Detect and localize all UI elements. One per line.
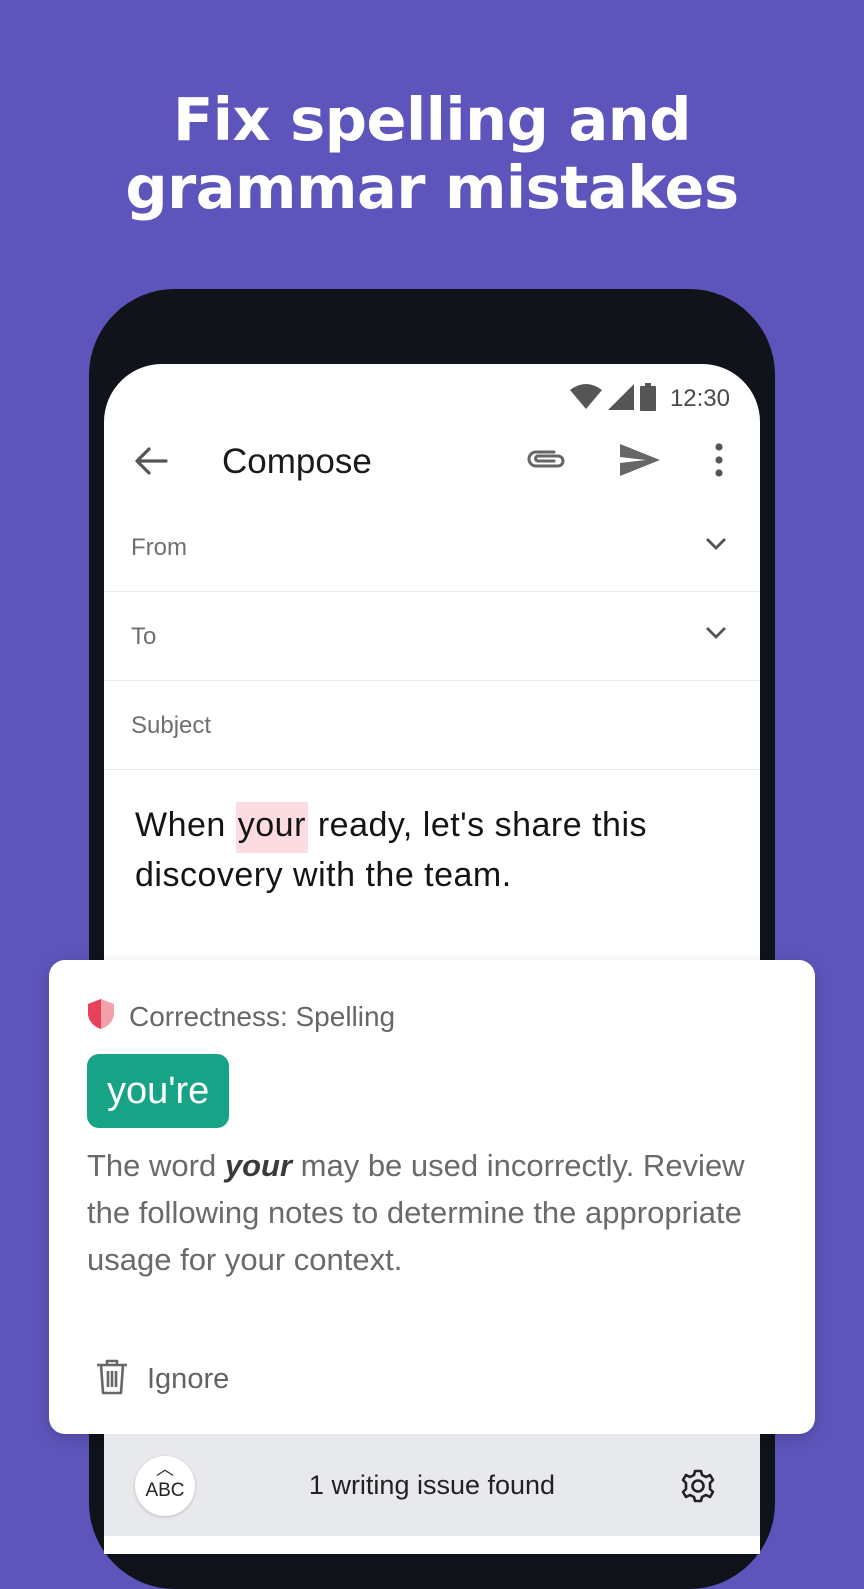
status-bar: 12:30	[569, 382, 730, 416]
from-label: From	[131, 534, 187, 561]
wifi-icon	[569, 383, 602, 415]
more-vert-icon[interactable]	[714, 442, 724, 483]
headline: Fix spelling and grammar mistakes	[0, 86, 864, 222]
to-field[interactable]: To	[104, 593, 760, 681]
issue-status-text: 1 writing issue found	[308, 1470, 556, 1500]
gear-icon[interactable]	[680, 1468, 716, 1509]
bottom-bar: ︿ ABC 1 writing issue found	[104, 1434, 760, 1536]
attachment-icon[interactable]	[524, 444, 568, 479]
subject-label: Subject	[131, 712, 212, 739]
suggestion-button[interactable]: you're	[87, 1054, 230, 1128]
category-label: Correctness: Spelling	[129, 1000, 396, 1032]
chevron-down-icon[interactable]	[704, 536, 728, 557]
body-text-before: When	[135, 806, 236, 844]
suggestion-card: Correctness: Spelling you're The word yo…	[49, 960, 815, 1434]
ignore-button[interactable]: Ignore	[95, 1358, 229, 1401]
explanation-pre: The word	[87, 1148, 225, 1183]
shield-icon	[87, 998, 115, 1035]
app-bar: Compose	[104, 430, 760, 494]
headline-line-2: grammar mistakes	[125, 153, 739, 222]
category-row: Correctness: Spelling	[87, 998, 395, 1035]
explanation-text: The word your may be used incorrectly. R…	[87, 1142, 787, 1283]
status-time: 12:30	[669, 385, 730, 412]
headline-line-1: Fix spelling and	[173, 85, 692, 154]
chevron-down-icon[interactable]	[704, 625, 728, 646]
explanation-word: your	[224, 1148, 293, 1183]
ignore-label: Ignore	[147, 1363, 230, 1395]
highlighted-word[interactable]: your	[235, 802, 308, 853]
signal-icon	[607, 383, 634, 415]
send-icon[interactable]	[618, 440, 662, 485]
message-body[interactable]: When your ready, let's share this discov…	[135, 800, 735, 900]
battery-icon	[639, 382, 656, 416]
trash-icon	[95, 1358, 129, 1401]
subject-field[interactable]: Subject	[104, 682, 760, 770]
page-title: Compose	[222, 442, 372, 481]
back-arrow-icon[interactable]	[134, 446, 168, 481]
to-label: To	[131, 623, 157, 650]
from-field[interactable]: From	[104, 504, 760, 592]
